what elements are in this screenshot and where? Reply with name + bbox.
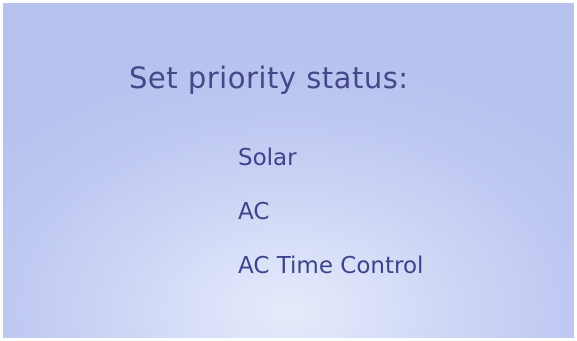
option-ac-time-control[interactable]: AC Time Control <box>238 251 423 281</box>
priority-options-list: Solar AC AC Time Control <box>238 143 423 305</box>
priority-status-screen: Set priority status: Solar AC AC Time Co… <box>3 3 574 338</box>
option-solar[interactable]: Solar <box>238 143 423 173</box>
page-title: Set priority status: <box>129 61 409 95</box>
option-ac[interactable]: AC <box>238 197 423 227</box>
